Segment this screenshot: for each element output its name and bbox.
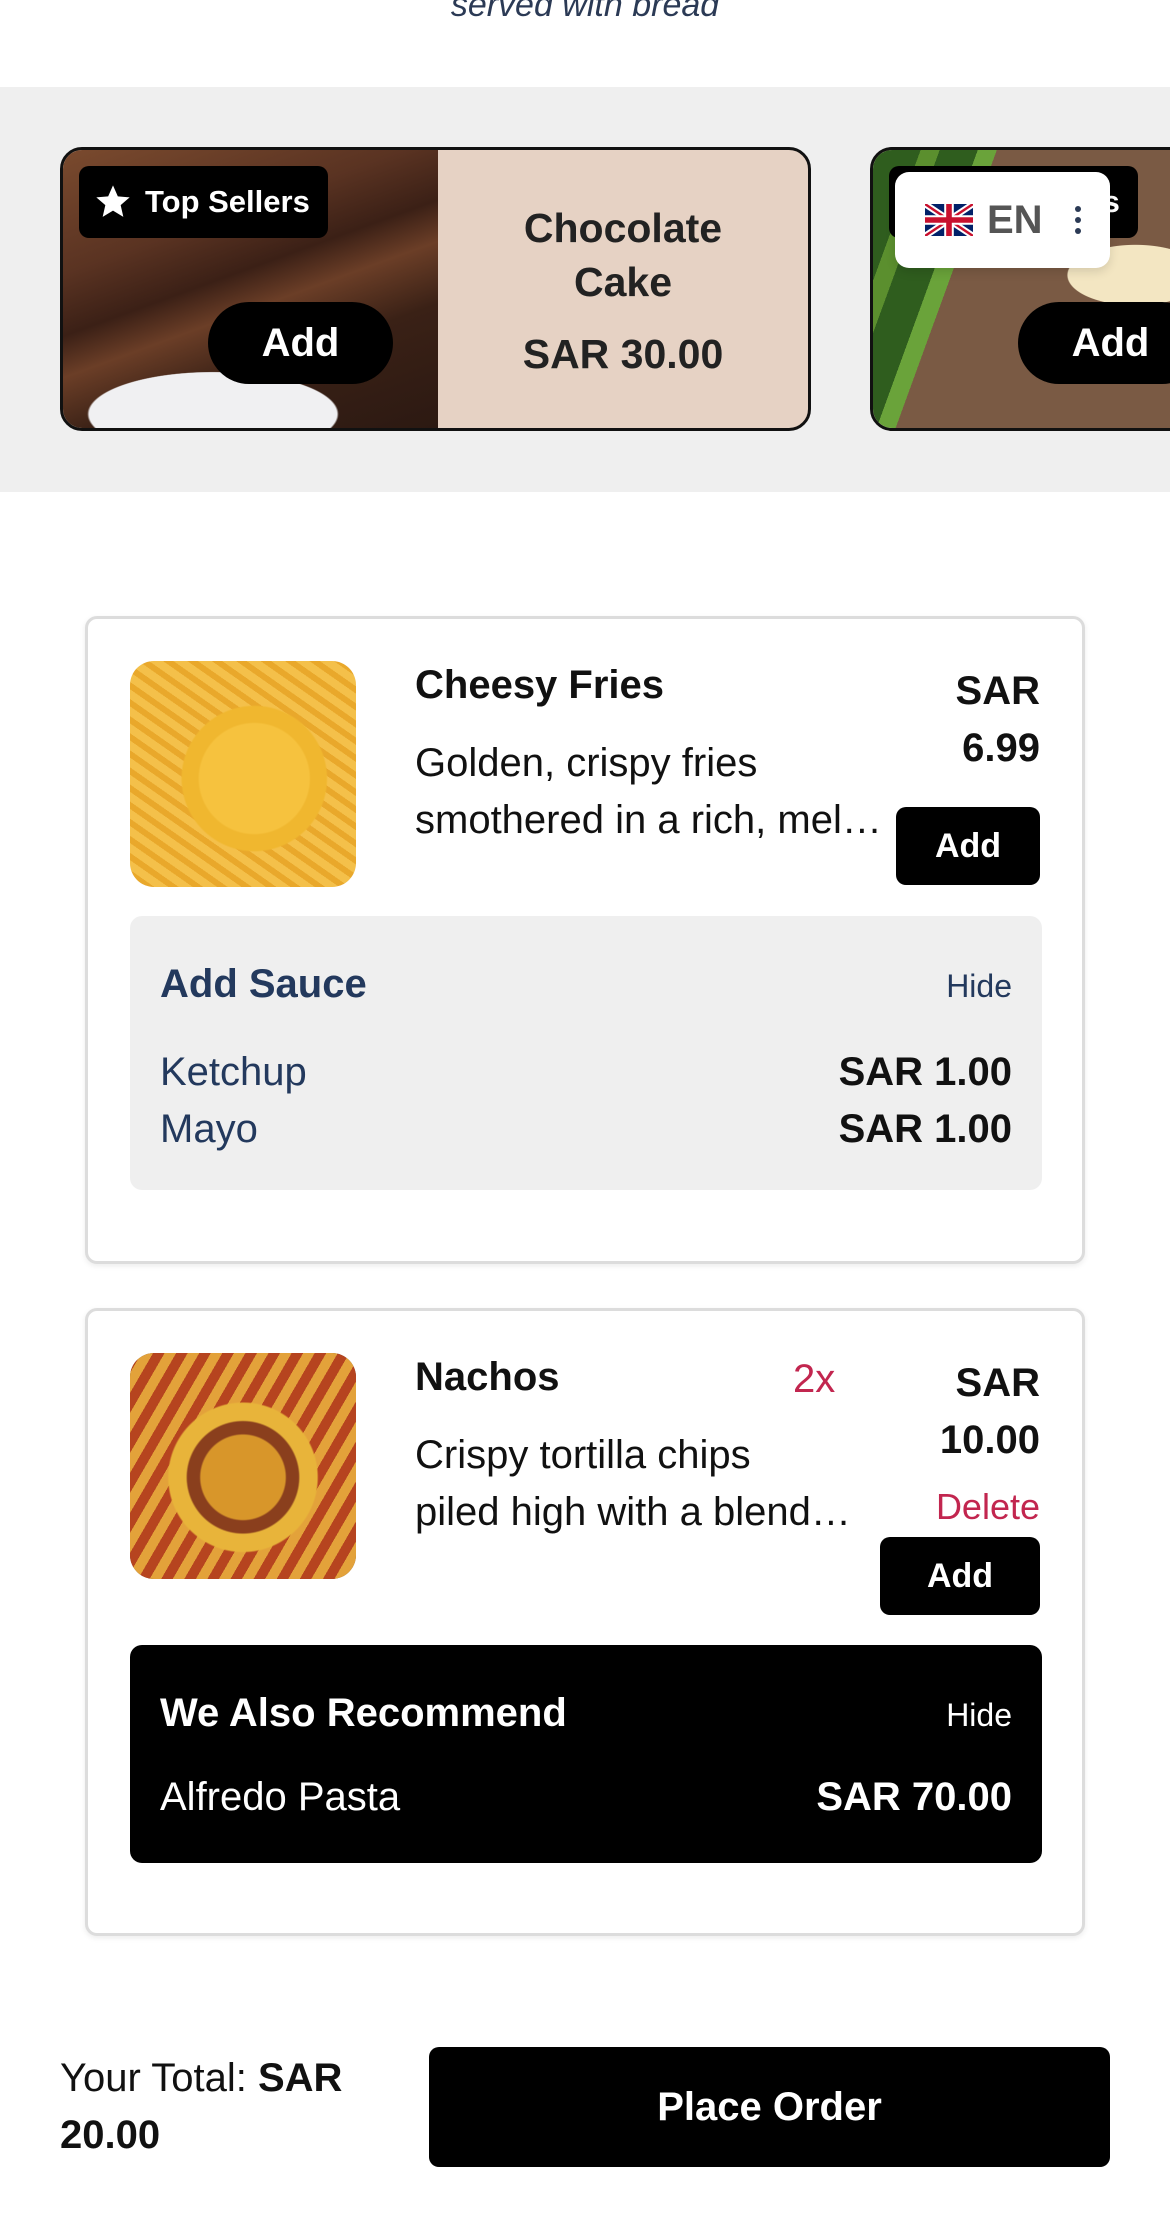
item-price: SAR 10.00 (939, 1361, 1040, 1462)
item-name: Cheesy Fries (415, 663, 665, 707)
item-quantity: 2x (793, 1357, 836, 1401)
top-seller-info: Chocolate Cake SAR 30.00 (438, 150, 808, 428)
add-cheesy-fries-button[interactable]: Add (896, 807, 1040, 885)
nachos-image (130, 1353, 356, 1579)
recommendation-panel: We Also Recommend Hide Alfredo Pasta SAR… (130, 1645, 1042, 1863)
top-seller-price: SAR 30.00 (522, 330, 724, 377)
addon-title: Add Sauce (160, 962, 367, 1006)
total-label: Your Total: (60, 2056, 247, 2100)
more-options-icon[interactable] (1074, 206, 1081, 234)
previous-item-description: served with bread (450, 0, 720, 24)
recommendation-title: We Also Recommend (160, 1691, 567, 1735)
menu-item-card-nachos[interactable]: Nachos 2x Crispy tortilla chips piled hi… (85, 1308, 1085, 1936)
uk-flag-icon (925, 204, 973, 236)
language-selector[interactable]: EN (895, 172, 1110, 268)
item-price: SAR 6.99 (955, 669, 1040, 770)
menu-item-card-cheesy-fries[interactable]: Cheesy Fries Golden, crispy fries smothe… (85, 616, 1085, 1264)
hide-addon-button[interactable]: Hide (946, 968, 1012, 1005)
add-chocolate-cake-button[interactable]: Add (208, 302, 393, 384)
hide-recommendation-button[interactable]: Hide (946, 1697, 1012, 1734)
top-seller-card-chocolate-cake[interactable]: Top Sellers Add Chocolate Cake SAR 30.00 (60, 147, 811, 431)
item-name: Nachos (415, 1355, 560, 1399)
addon-sauce-panel: Add Sauce Hide Ketchup SAR 1.00 Mayo SAR… (130, 916, 1042, 1190)
addon-option-ketchup[interactable]: Ketchup SAR 1.00 (160, 1050, 1012, 1095)
delete-item-button[interactable]: Delete (936, 1486, 1040, 1528)
item-description: Crispy tortilla chips piled high with a … (415, 1433, 860, 1534)
top-sellers-badge: Top Sellers (79, 166, 328, 238)
language-label: EN (987, 197, 1043, 242)
place-order-button[interactable]: Place Order (429, 2047, 1110, 2167)
add-nachos-button[interactable]: Add (880, 1537, 1040, 1615)
top-sellers-carousel[interactable]: Top Sellers Add Chocolate Cake SAR 30.00… (0, 87, 1170, 492)
star-icon (96, 185, 130, 217)
addon-option-mayo[interactable]: Mayo SAR 1.00 (160, 1107, 1012, 1152)
top-seller-name: Chocolate Cake (523, 204, 723, 305)
total-amount: 20.00 (60, 2113, 161, 2157)
item-description: Golden, crispy fries smothered in a rich… (415, 741, 885, 842)
recommended-item-alfredo-pasta[interactable]: Alfredo Pasta SAR 70.00 (160, 1775, 1012, 1820)
total-currency: SAR (257, 2056, 343, 2100)
order-total: Your Total: SAR 20.00 (60, 2050, 342, 2164)
add-steak-button[interactable]: Add (1018, 302, 1170, 384)
chocolate-cake-image: Top Sellers Add (63, 150, 438, 428)
cheesy-fries-image (130, 661, 356, 887)
top-sellers-badge-label: Top Sellers (145, 184, 310, 219)
